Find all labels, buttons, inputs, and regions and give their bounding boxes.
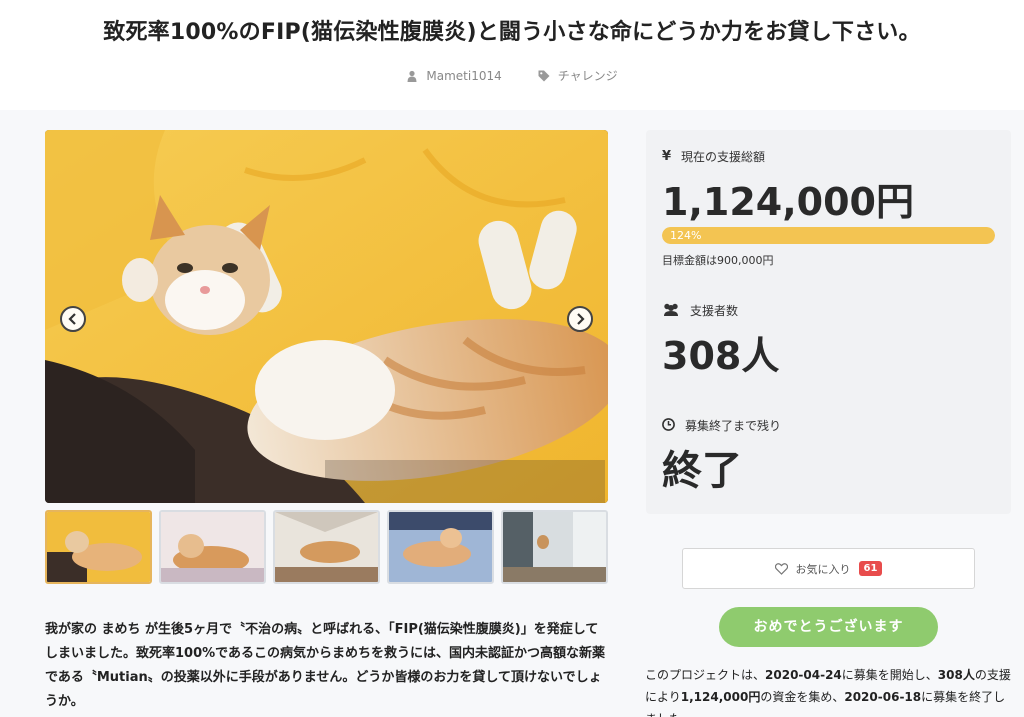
summary-text: に募集を開始し、 bbox=[841, 668, 938, 682]
funding-progress-bar: 124% bbox=[662, 227, 995, 244]
funding-label: 現在の支援総額 bbox=[681, 150, 766, 164]
summary-text: の資金を集め、 bbox=[760, 690, 845, 704]
heart-icon bbox=[774, 562, 788, 575]
author-name: Mameti1014 bbox=[426, 68, 502, 83]
remaining-label: 募集終了まで残り bbox=[685, 419, 782, 433]
congratulations-button[interactable]: おめでとうございます bbox=[719, 607, 938, 647]
tag-icon bbox=[538, 70, 550, 82]
cat-photo bbox=[45, 130, 608, 503]
author-link[interactable]: Mameti1014 bbox=[406, 67, 502, 84]
yen-icon: ¥ bbox=[662, 149, 672, 164]
project-summary: このプロジェクトは、2020-04-24に募集を開始し、308人の支援により1,… bbox=[645, 664, 1013, 717]
slider-next-button[interactable] bbox=[567, 306, 593, 332]
project-meta: Mameti1014 チャレンジ bbox=[0, 67, 1024, 84]
user-icon bbox=[406, 70, 418, 82]
thumbnail-strip bbox=[45, 510, 608, 584]
favorite-button[interactable]: お気に入り 61 bbox=[682, 548, 975, 589]
project-header: 致死率100%のFIP(猫伝染性腹膜炎)と闘う小さな命にどうか力をお貸し下さい。… bbox=[0, 0, 1024, 110]
main-image-slider[interactable] bbox=[45, 130, 608, 503]
supporters-count: 308人 bbox=[662, 334, 780, 378]
chevron-left-icon bbox=[68, 313, 76, 325]
page-title: 致死率100%のFIP(猫伝染性腹膜炎)と闘う小さな命にどうか力をお貸し下さい。 bbox=[103, 20, 921, 45]
clock-icon bbox=[662, 417, 675, 434]
favorite-label: お気に入り bbox=[795, 562, 851, 576]
funding-goal: 目標金額は900,000円 bbox=[662, 254, 774, 267]
favorite-count-badge: 61 bbox=[858, 561, 883, 576]
chevron-right-icon bbox=[577, 313, 585, 325]
thumbnail-5[interactable] bbox=[501, 510, 608, 584]
users-icon bbox=[662, 303, 680, 319]
supporters-label-row: 支援者数 bbox=[662, 302, 738, 319]
category-link[interactable]: チャレンジ bbox=[538, 67, 618, 84]
thumbnail-1[interactable] bbox=[45, 510, 152, 584]
thumbnail-2[interactable] bbox=[159, 510, 266, 584]
summary-end-date: 2020-06-18 bbox=[844, 690, 922, 704]
slider-prev-button[interactable] bbox=[60, 306, 86, 332]
thumbnail-3[interactable] bbox=[273, 510, 380, 584]
funding-label-row: ¥ 現在の支援総額 bbox=[662, 148, 765, 165]
supporters-label: 支援者数 bbox=[690, 304, 739, 318]
remaining-label-row: 募集終了まで残り bbox=[662, 417, 781, 434]
funding-status-panel: ¥ 現在の支援総額 1,124,000円 124% 目標金額は900,000円 … bbox=[646, 130, 1011, 514]
remaining-value: 終了 bbox=[662, 448, 742, 494]
category-name: チャレンジ bbox=[557, 69, 618, 83]
thumbnail-4[interactable] bbox=[387, 510, 494, 584]
summary-start-date: 2020-04-24 bbox=[765, 668, 842, 682]
summary-total: 1,124,000円 bbox=[680, 690, 761, 704]
funding-amount: 1,124,000円 bbox=[662, 180, 914, 224]
summary-backers: 308人 bbox=[937, 668, 975, 682]
funding-progress-fill: 124% bbox=[662, 227, 995, 244]
project-description: 我が家の まめち が生後5ヶ月で〝不治の病〟と呼ばれる、「FIP(猫伝染性腹膜炎… bbox=[45, 622, 606, 709]
project-page: 致死率100%のFIP(猫伝染性腹膜炎)と闘う小さな命にどうか力をお貸し下さい。… bbox=[0, 0, 1024, 717]
summary-text: このプロジェクトは、 bbox=[645, 668, 766, 682]
